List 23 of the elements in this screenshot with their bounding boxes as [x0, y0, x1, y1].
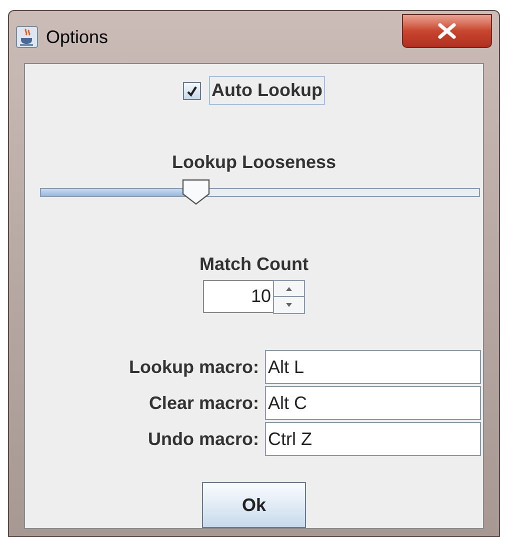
field-label: Lookup macro:	[128, 356, 259, 379]
spinner-field[interactable]: 10	[203, 280, 273, 313]
up-arrow-icon	[286, 286, 292, 290]
slider-track[interactable]	[40, 188, 480, 197]
close-button[interactable]	[402, 14, 492, 48]
field-label: Undo macro:	[146, 428, 259, 450]
spin-down-button[interactable]	[273, 297, 305, 314]
down-arrow-icon	[286, 303, 292, 307]
checkbox[interactable]	[182, 82, 200, 100]
close-icon	[437, 23, 457, 39]
check-icon	[186, 84, 198, 96]
spinner-label: Match Count	[200, 253, 308, 276]
text-field[interactable]: Ctrl Z	[265, 422, 481, 456]
spin-up-button[interactable]	[273, 280, 305, 297]
coffee-cup-icon	[16, 26, 38, 48]
slider-thumb[interactable]	[181, 179, 212, 205]
text-field[interactable]: Alt L	[265, 350, 481, 384]
slider-label: Lookup Looseness	[172, 151, 336, 174]
ok-button[interactable]: Ok	[202, 482, 306, 528]
window-title: Options	[46, 26, 108, 49]
field-label: Clear macro:	[148, 392, 259, 414]
checkbox-label: Auto Lookup	[208, 76, 326, 105]
text-field[interactable]: Alt C	[265, 386, 481, 420]
